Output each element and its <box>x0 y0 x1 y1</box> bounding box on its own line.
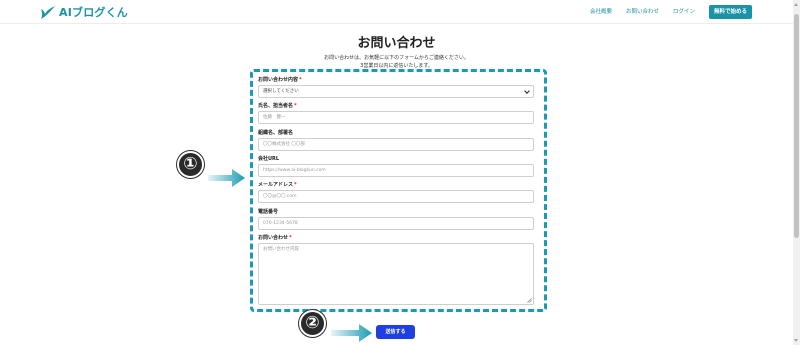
email-field[interactable]: 〇〇@〇〇.com <box>258 190 534 203</box>
organization-label: 組織名、部署名 <box>258 130 294 136</box>
resize-handle-icon[interactable] <box>527 298 532 303</box>
nav-contact[interactable]: お問い合わせ <box>626 5 659 19</box>
top-nav: 会社概要 お問い合わせ ログイン 無料で始める <box>590 5 752 19</box>
page-scrollbar[interactable] <box>793 0 800 345</box>
required-mark: * <box>294 103 297 109</box>
nav-company[interactable]: 会社概要 <box>590 5 612 19</box>
phone-field[interactable]: 070-1234-5678 <box>258 217 534 230</box>
marker-1-badge: ① <box>177 151 204 178</box>
intro-text: お問い合わせは、お気軽に以下のフォームからご連絡ください。 <box>324 55 469 61</box>
inquiry-type-label: お問い合わせ内容* <box>258 77 302 83</box>
organization-field[interactable]: 〇〇株式会社 〇〇部 <box>258 138 534 151</box>
name-label: 氏名、担当者名* <box>258 103 297 109</box>
email-label: メールアドレス* <box>258 182 297 188</box>
bird-logo-icon <box>41 5 55 19</box>
chevron-down-icon <box>524 88 530 94</box>
company-url-label: 会社URL <box>258 156 280 162</box>
phone-label: 電話番号 <box>258 209 279 215</box>
start-free-button[interactable]: 無料で始める <box>708 5 752 19</box>
name-field[interactable]: 佐藤 健一 <box>258 111 534 124</box>
submit-button[interactable]: 送信する <box>376 325 415 339</box>
arrow-right-icon <box>331 324 372 342</box>
nav-login[interactable]: ログイン <box>673 5 695 19</box>
logo-text: AIブログくん <box>59 6 129 19</box>
site-logo[interactable]: AIブログくん <box>40 4 128 20</box>
site-header: AIブログくん 会社概要 お問い合わせ ログイン 無料で始める <box>0 0 793 24</box>
arrow-right-icon <box>208 169 245 187</box>
required-mark: * <box>294 182 297 188</box>
message-textarea[interactable]: お問い合わせ内容 <box>258 243 534 305</box>
scroll-down-arrow-icon[interactable] <box>794 339 798 342</box>
message-label: お問い合わせ* <box>258 235 292 241</box>
reply-notice: 3営業日以内に返信いたします。 <box>360 63 433 69</box>
company-url-field[interactable]: https://www.ai-blogkun.com <box>258 164 534 177</box>
marker-2-badge: ② <box>299 310 326 337</box>
scroll-thumb[interactable] <box>794 14 799 238</box>
page-title: お問い合わせ <box>357 36 436 51</box>
inquiry-type-select[interactable]: 選択してください <box>258 85 534 98</box>
required-mark: * <box>289 235 292 241</box>
scroll-up-arrow-icon[interactable] <box>794 3 798 6</box>
required-mark: * <box>299 77 302 83</box>
